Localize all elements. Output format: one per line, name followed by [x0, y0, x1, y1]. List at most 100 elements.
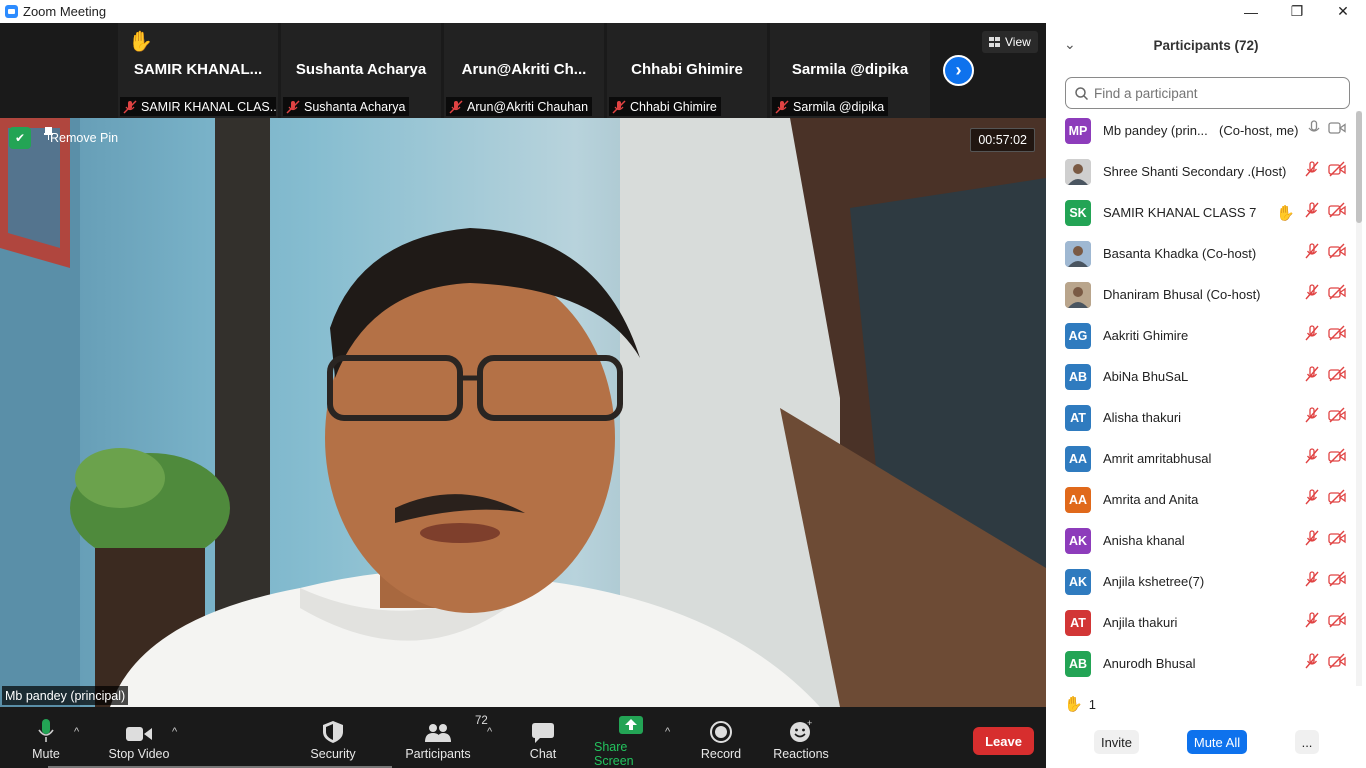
participant-row[interactable]: AB Anurodh Bhusal	[1046, 643, 1356, 684]
more-options-button[interactable]: ...	[1295, 730, 1319, 754]
leave-button[interactable]: Leave	[973, 727, 1034, 755]
muted-mic-icon[interactable]	[1304, 284, 1320, 305]
participant-role: (Co-host, me)	[1219, 123, 1299, 138]
video-tile[interactable]: Sarmila @dipika Sarmila @dipika	[770, 23, 930, 118]
participant-row[interactable]: AB AbiNa BhuSaL	[1046, 356, 1356, 397]
pinned-video[interactable]: ✔ Remove Pin 00:57:02 Mb pandey (princip…	[0, 118, 1046, 707]
view-label: View	[1005, 35, 1031, 49]
participant-row[interactable]: AG Aakriti Ghimire	[1046, 315, 1356, 356]
muted-mic-icon[interactable]	[1304, 366, 1320, 387]
minimize-button[interactable]: —	[1228, 0, 1274, 23]
video-tile[interactable]: ✋ SAMIR KHANAL... SAMIR KHANAL CLAS...	[118, 23, 278, 118]
participant-row[interactable]: MP Mb pandey (prin... (Co-host, me)	[1046, 110, 1356, 151]
participant-row[interactable]: AT Alisha thakuri	[1046, 397, 1356, 438]
video-off-icon[interactable]	[1328, 489, 1346, 510]
close-window-button[interactable]: ✕	[1320, 0, 1366, 23]
share-screen-icon	[619, 715, 643, 734]
muted-mic-icon[interactable]	[1304, 612, 1320, 633]
video-off-icon[interactable]	[1328, 530, 1346, 551]
scrollbar-thumb[interactable]	[1356, 111, 1362, 223]
participant-row[interactable]: Dhaniram Bhusal (Co-host)	[1046, 274, 1356, 315]
restore-button[interactable]: ❐	[1274, 0, 1320, 23]
share-options-caret-icon[interactable]: ^	[665, 726, 670, 738]
participant-row[interactable]: AK Anisha khanal	[1046, 520, 1356, 561]
mute-all-button[interactable]: Mute All	[1187, 730, 1247, 754]
participant-status-icons	[1308, 120, 1346, 141]
participant-avatar	[1065, 240, 1091, 267]
view-button[interactable]: View	[982, 31, 1038, 53]
video-off-icon[interactable]	[1328, 571, 1346, 592]
video-tile[interactable]: Chhabi Ghimire Chhabi Ghimire	[607, 23, 767, 118]
muted-mic-icon[interactable]	[1304, 325, 1320, 346]
reactions-button[interactable]: + Reactions	[773, 707, 829, 768]
participant-row[interactable]: Shree Shanti Secondary ... (Host)	[1046, 151, 1356, 192]
mute-button[interactable]: Mute	[26, 707, 66, 768]
muted-mic-icon[interactable]	[1304, 653, 1320, 674]
muted-mic-icon	[449, 99, 463, 114]
muted-mic-icon[interactable]	[1304, 448, 1320, 469]
participant-status-icons	[1304, 366, 1346, 387]
next-page-button[interactable]: ›	[943, 55, 974, 86]
tile-label: Sarmila @dipika	[772, 97, 889, 116]
video-off-icon[interactable]	[1328, 284, 1346, 305]
video-camera-icon[interactable]	[1328, 121, 1346, 140]
video-tile[interactable]: Arun@Akriti Ch... Arun@Akriti Chauhan	[444, 23, 604, 118]
video-off-icon[interactable]	[1328, 243, 1346, 264]
participant-avatar	[1065, 281, 1091, 308]
invite-button[interactable]: Invite	[1094, 730, 1139, 754]
raised-hand-icon: ✋	[1276, 204, 1295, 222]
microphone-icon[interactable]	[1308, 120, 1320, 141]
share-screen-button[interactable]: Share Screen	[594, 707, 668, 768]
participant-row[interactable]: AA Amrita and Anita	[1046, 479, 1356, 520]
participants-button[interactable]: 72 Participants	[404, 707, 487, 768]
video-off-icon[interactable]	[1328, 325, 1346, 346]
record-icon	[710, 720, 732, 743]
video-off-icon[interactable]	[1328, 202, 1346, 223]
tile-label-text: Arun@Akriti Chauhan	[467, 99, 589, 114]
window-controls: — ❐ ✕	[1228, 0, 1366, 23]
video-off-icon[interactable]	[1328, 366, 1346, 387]
panel-title: Participants (72)	[1153, 38, 1259, 53]
participant-row[interactable]: AK Anjila kshetree(7)	[1046, 561, 1356, 602]
participant-name: AbiNa BhuSaL	[1103, 369, 1189, 384]
muted-mic-icon[interactable]	[1304, 202, 1320, 223]
remove-pin-label: Remove Pin	[50, 131, 119, 145]
video-tile[interactable]: Sushanta Acharya Sushanta Acharya	[281, 23, 441, 118]
participants-options-caret-icon[interactable]: ^	[487, 726, 492, 738]
muted-mic-icon[interactable]	[1304, 571, 1320, 592]
chat-button[interactable]: Chat	[525, 707, 561, 768]
encryption-shield-icon[interactable]: ✔	[9, 127, 31, 149]
participant-row[interactable]: AT Anjila thakuri	[1046, 602, 1356, 643]
record-button[interactable]: Record	[700, 707, 742, 768]
video-off-icon[interactable]	[1328, 407, 1346, 428]
video-area: ✋ SAMIR KHANAL... SAMIR KHANAL CLAS... S…	[0, 23, 1046, 707]
participant-status-icons	[1304, 161, 1346, 182]
muted-mic-icon[interactable]	[1304, 161, 1320, 182]
video-off-icon[interactable]	[1328, 612, 1346, 633]
search-box[interactable]	[1065, 77, 1350, 109]
remove-pin-button[interactable]: Remove Pin	[44, 127, 124, 149]
video-off-icon[interactable]	[1328, 448, 1346, 469]
video-off-icon[interactable]	[1328, 161, 1346, 182]
participant-status-icons	[1304, 243, 1346, 264]
security-button[interactable]: Security	[306, 707, 360, 768]
muted-mic-icon[interactable]	[1304, 243, 1320, 264]
video-off-icon[interactable]	[1328, 653, 1346, 674]
participant-count-badge: 72	[475, 714, 488, 727]
muted-mic-icon[interactable]	[1304, 407, 1320, 428]
grid-view-icon	[989, 37, 1000, 47]
video-options-caret-icon[interactable]: ^	[172, 726, 177, 738]
participant-avatar: AB	[1065, 363, 1091, 390]
participant-row[interactable]: Basanta Khadka (Co-host)	[1046, 233, 1356, 274]
participant-list-scrollbar[interactable]	[1356, 111, 1362, 686]
muted-mic-icon[interactable]	[1304, 530, 1320, 551]
search-input[interactable]	[1094, 85, 1344, 101]
stop-video-button[interactable]: Stop Video	[105, 707, 173, 768]
participant-avatar: AK	[1065, 568, 1091, 595]
participant-row[interactable]: SK SAMIR KHANAL CLASS 7 ✋	[1046, 192, 1356, 233]
audio-options-caret-icon[interactable]: ^	[74, 726, 79, 738]
participant-row[interactable]: AA Amrit amritabhusal	[1046, 438, 1356, 479]
muted-mic-icon[interactable]	[1304, 489, 1320, 510]
meeting-toolbar: Mute ^ Stop Video ^ Security 72 Particip…	[0, 707, 1046, 768]
mute-label: Mute	[32, 746, 60, 761]
